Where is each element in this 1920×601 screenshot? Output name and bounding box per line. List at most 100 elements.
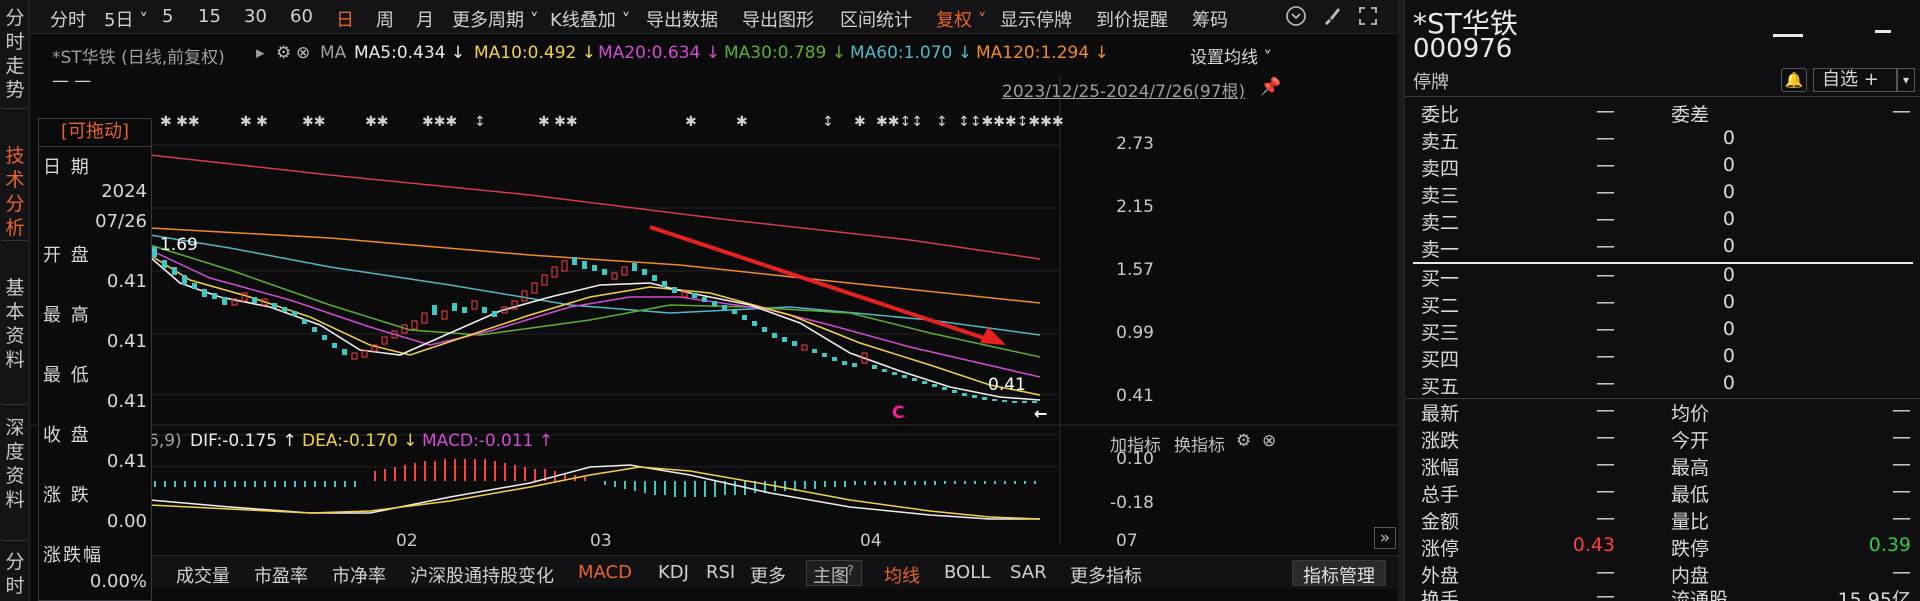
pin-icon[interactable]: 📌 [1260,77,1281,97]
bid-label: 买二 [1421,295,1460,317]
tab-boll[interactable]: BOLL [944,562,990,583]
svg-text:✱ ✱: ✱ ✱ [240,114,268,130]
tab-sar[interactable]: SAR [1010,562,1047,583]
ma60-value: MA60:1.070 ↓ [850,43,972,63]
kline-overlay-dropdown[interactable]: K线叠加 ˅ [550,6,631,32]
nav-fenshi-zoushi[interactable]: 分时走势 [2,6,28,102]
bid-label: 买五 [1421,376,1460,398]
period-week[interactable]: 周 [376,6,394,32]
main-chart-selector[interactable]: 主图 ? [806,560,862,587]
chips-button[interactable]: 筹码 [1192,6,1228,32]
ma10-value: MA10:0.492 ↓ [474,43,596,63]
info-label-date: 日 期 [43,157,91,178]
ma-settings-label: 设置均线 [1190,48,1258,68]
fuquan-dropdown[interactable]: 复权 ˅ [936,6,987,32]
period-month[interactable]: 月 [416,6,434,32]
ask-volume: 0 [1722,181,1735,203]
period-15min[interactable]: 15 [198,6,221,27]
help-icon[interactable]: ? [847,564,854,579]
export-data-button[interactable]: 导出数据 [646,6,718,32]
close-icon[interactable]: ⊗ [296,43,310,63]
nav-divider [2,540,28,541]
info-value-date: 07/26 [95,211,147,232]
ask-label: 卖三 [1421,185,1460,207]
ma-settings-dropdown[interactable]: 设置均线 ˅ [1190,43,1272,68]
x-axis-label: 07 [1116,531,1138,551]
date-range-label[interactable]: 2023/12/25-2024/7/26(97根) [1002,77,1245,102]
c-marker[interactable]: C [892,403,904,423]
stat-label: 跌停 [1671,538,1710,560]
stat-value: 15.95亿 [1837,589,1911,601]
chevron-down-icon[interactable]: ▾ [1897,68,1915,92]
crosshair-info-box[interactable]: [可拖动] 日 期 2024 07/26 开 盘 0.41 最 高 0.41 最… [38,118,152,601]
range-stats-button[interactable]: 区间统计 [840,6,912,32]
stat-label: 流通股 [1671,589,1729,601]
nav-basic-info[interactable]: 基本资料 [2,276,28,372]
period-fenshi[interactable]: 分时 [50,6,86,32]
show-suspended-button[interactable]: 显示停牌 [1000,6,1072,32]
tab-ma[interactable]: 均线 [884,562,920,588]
collapse-icon[interactable] [1284,5,1308,29]
stat-value: — [1892,561,1911,583]
legend-arrow-icon[interactable]: ▸ [256,43,265,63]
stat-value: — [1596,507,1615,529]
tab-northbound[interactable]: 沪深股通持股变化 [410,562,554,588]
dif-value: DIF:-0.175 ↑ [190,431,297,451]
close-icon[interactable]: ⊗ [1262,431,1276,451]
period-5day[interactable]: 5日 ˅ [104,6,148,32]
tab-pe[interactable]: 市盈率 [254,562,308,588]
info-label-change: 涨 跌 [43,485,91,506]
tab-volume[interactable]: 成交量 [176,562,230,588]
brush-icon[interactable] [1320,5,1344,29]
macd-value: MACD:-0.011 ↑ [422,431,554,451]
weicha-value: — [1892,100,1911,122]
svg-text:✱ ✱✱: ✱ ✱✱ [160,114,200,130]
more-periods-dropdown[interactable]: 更多周期 ˅ [452,6,539,32]
drag-handle[interactable]: [可拖动] [39,119,151,147]
chevron-down-icon: ˅ [972,10,987,31]
tab-pb[interactable]: 市净率 [332,562,386,588]
nav-technical-analysis[interactable]: 技术分析 [2,144,28,240]
ask-label: 卖二 [1421,212,1460,234]
tab-more-indicators[interactable]: 更多指标 [1070,562,1142,588]
divider [1405,398,1920,399]
bid-price: — [1596,372,1615,394]
gear-icon[interactable]: ⚙ [1236,431,1251,451]
bell-icon[interactable]: 🔔 [1781,68,1807,92]
tab-kdj[interactable]: KDJ [658,562,689,583]
period-day[interactable]: 日 [336,6,354,32]
bid-volume: 0 [1722,318,1735,340]
stat-label: 内盘 [1671,565,1710,587]
ask-price: — [1596,127,1615,149]
gear-icon[interactable]: ⚙ [276,43,291,63]
top-toolbar: 分时 5日 ˅ 5 15 30 60 日 周 月 更多周期 ˅ K线叠加 ˅ 导… [30,0,1398,34]
info-label-change-pct: 涨跌幅 [43,545,103,566]
tab-more[interactable]: 更多 [750,562,786,588]
nav-deep-info[interactable]: 深度资料 [2,416,28,512]
period-5min[interactable]: 5 [162,6,173,27]
svg-text:✱✱: ✱✱ [365,114,388,130]
indicator-manage-button[interactable]: 指标管理 [1292,560,1386,587]
tab-macd[interactable]: MACD [578,562,632,583]
price-alert-button[interactable]: 到价提醒 [1096,6,1168,32]
y-axis-label: 2.15 [1116,197,1154,217]
period-60min[interactable]: 60 [290,6,313,27]
x-axis-label: 02 [396,531,418,551]
nav-fenshi[interactable]: 分时 [2,550,28,598]
kline-chart-area[interactable]: ✱ ✱✱ ✱ ✱ ✱✱ ✱✱ ✱✱✱ ↕ ✱ ✱✱ ✱ ✱ ↕ ✱ ✱✱↕↕ ↕… [30,35,1398,555]
ma-label: MA [320,43,347,63]
switch-indicator-button[interactable]: 换指标 [1174,431,1225,456]
svg-text:✱: ✱ [854,114,866,130]
scroll-right-icon[interactable]: » [1374,527,1396,549]
bid-volume: 0 [1722,264,1735,286]
stat-value: — [1596,480,1615,502]
export-chart-button[interactable]: 导出图形 [742,6,814,32]
tab-rsi[interactable]: RSI [706,562,735,583]
fullscreen-icon[interactable] [1356,5,1380,29]
period-30min[interactable]: 30 [244,6,267,27]
bid-label: 买一 [1421,268,1460,290]
add-watchlist-button[interactable]: 自选 + [1813,68,1897,92]
ask-label: 卖一 [1421,239,1460,261]
period-5day-label: 5日 [104,10,134,31]
info-value-close: 0.41 [106,451,147,472]
